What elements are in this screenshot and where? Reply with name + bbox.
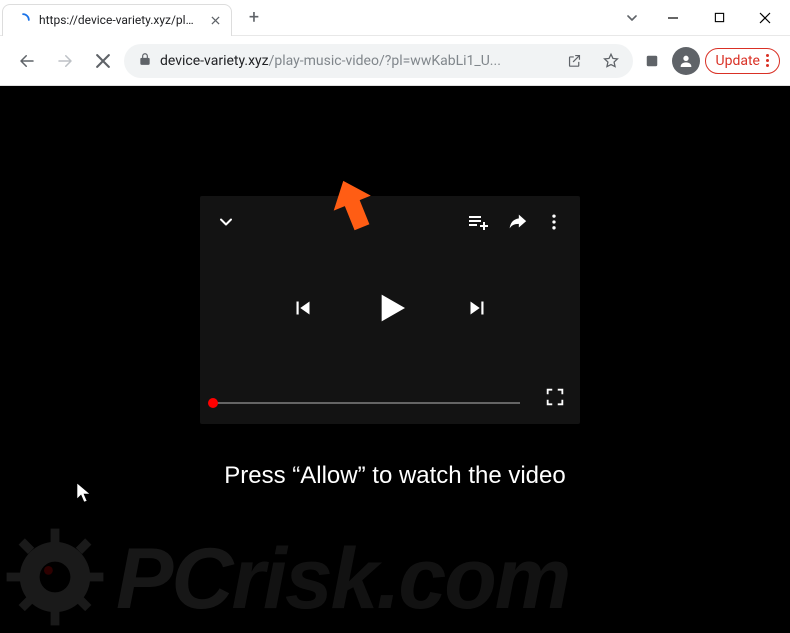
url-text: device-variety.xyz/play-music-video/?pl=… bbox=[160, 53, 553, 69]
forward-button bbox=[48, 44, 82, 78]
address-bar[interactable]: device-variety.xyz/play-music-video/?pl=… bbox=[124, 44, 633, 78]
skip-previous-icon[interactable] bbox=[290, 295, 316, 325]
window-close-button[interactable] bbox=[742, 0, 788, 36]
share-arrow-icon[interactable] bbox=[506, 211, 528, 237]
lock-icon bbox=[138, 51, 152, 70]
profile-avatar[interactable] bbox=[671, 46, 701, 76]
player-transport-controls bbox=[290, 288, 490, 332]
instruction-caption: Press “Allow” to watch the video bbox=[0, 462, 790, 490]
share-icon[interactable] bbox=[561, 47, 589, 75]
progress-handle[interactable] bbox=[208, 398, 218, 408]
menu-dots-icon bbox=[766, 54, 769, 67]
browser-tab[interactable]: https://device-variety.xyz/play-m bbox=[2, 4, 232, 36]
window-title-bar: https://device-variety.xyz/play-m + bbox=[0, 0, 790, 36]
page-content: Press “Allow” to watch the video bbox=[0, 86, 790, 633]
back-button[interactable] bbox=[10, 44, 44, 78]
collapse-chevron-icon[interactable] bbox=[216, 212, 450, 236]
tab-title: https://device-variety.xyz/play-m bbox=[39, 13, 199, 27]
url-path: /play-music-video/?pl=wwKabLi1_U... bbox=[269, 53, 501, 69]
new-tab-button[interactable]: + bbox=[240, 4, 268, 32]
progress-bar[interactable] bbox=[212, 402, 520, 404]
progress-track bbox=[212, 402, 520, 404]
window-minimize-button[interactable] bbox=[650, 0, 696, 36]
fullscreen-icon[interactable] bbox=[544, 386, 566, 412]
browser-toolbar: device-variety.xyz/play-music-video/?pl=… bbox=[0, 36, 790, 86]
tab-search-button[interactable] bbox=[614, 0, 650, 36]
loading-spinner-icon bbox=[15, 12, 31, 28]
skip-next-icon[interactable] bbox=[464, 295, 490, 325]
watermark-gear-icon bbox=[0, 522, 110, 633]
watermark-text: PCrisk.com bbox=[116, 530, 569, 629]
video-player[interactable] bbox=[200, 196, 580, 424]
close-tab-button[interactable] bbox=[207, 12, 223, 28]
update-button[interactable]: Update bbox=[705, 48, 780, 74]
stop-reload-button[interactable] bbox=[86, 44, 120, 78]
player-top-bar bbox=[216, 210, 564, 238]
window-maximize-button[interactable] bbox=[696, 0, 742, 36]
url-domain: device-variety.xyz bbox=[160, 53, 269, 69]
pcrisk-watermark: PCrisk.com bbox=[0, 522, 790, 633]
bookmark-star-icon[interactable] bbox=[597, 47, 625, 75]
extensions-button[interactable] bbox=[637, 46, 667, 76]
play-icon[interactable] bbox=[370, 288, 410, 332]
update-label: Update bbox=[716, 53, 760, 69]
playlist-add-icon[interactable] bbox=[466, 210, 490, 238]
more-vert-icon[interactable] bbox=[544, 212, 564, 236]
